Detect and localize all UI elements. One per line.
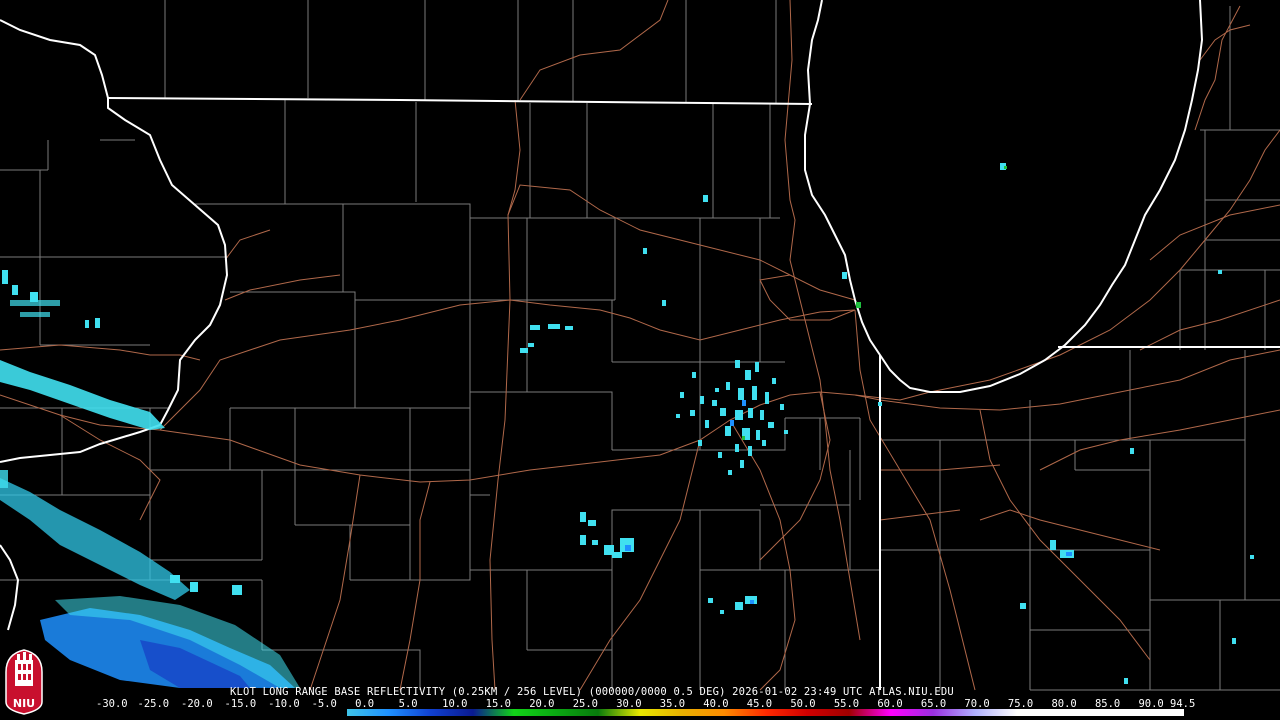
scale-segment [305,709,348,716]
scale-segment [514,709,557,716]
scale-segment [1058,709,1101,716]
scale-segment [263,709,306,716]
scale-segment [430,709,473,716]
scale-segment [556,709,599,716]
color-scale-bar [96,709,1184,716]
radar-map [0,0,1280,720]
scale-segment [723,709,766,716]
scale-segment [932,709,975,716]
scale-segment [598,709,640,716]
scale-segment [974,709,1017,716]
scale-segment [221,709,264,716]
product-caption: KLOT LONG RANGE BASE REFLECTIVITY (0.25K… [230,686,954,698]
scale-segment [807,709,850,716]
scale-segment [1016,709,1059,716]
scale-segment [388,709,431,716]
scale-segment [179,709,222,716]
scale-segment [765,709,808,716]
scale-segment [1100,709,1143,716]
scale-segment [849,709,892,716]
scale-segment [681,709,724,716]
scale-segment [472,709,515,716]
logo-text: NIU [12,697,36,710]
scale-segment [1142,709,1184,716]
scale-segment [347,709,389,716]
scale-segment [137,709,180,716]
scale-segment [891,709,933,716]
niu-logo: NIU [3,646,45,716]
scale-segment [639,709,682,716]
scale-segment [96,709,138,716]
